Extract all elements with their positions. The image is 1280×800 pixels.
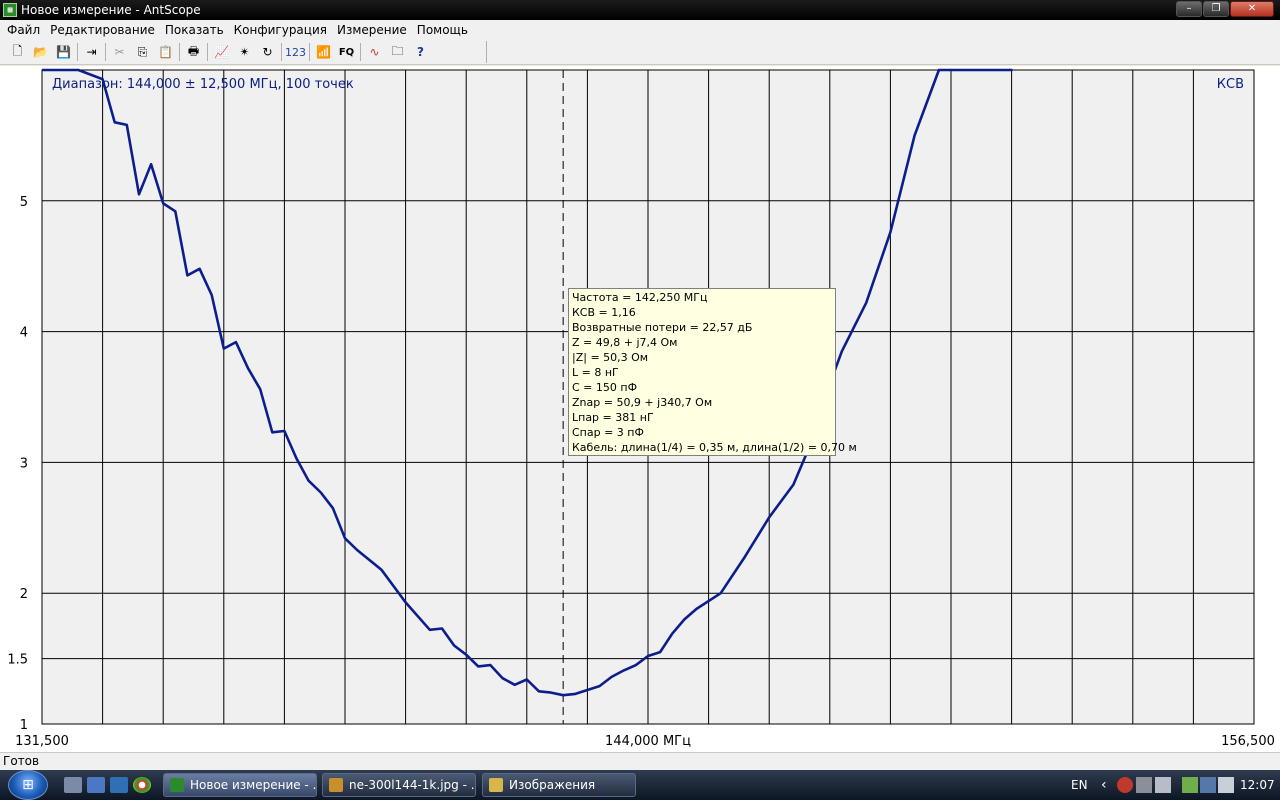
refresh-icon[interactable]: ↻ [256, 41, 279, 63]
chart-icon[interactable]: 📈 [210, 41, 233, 63]
taskbar-item-label: Изображения [509, 778, 596, 792]
x-tick-label: 131,500 [15, 734, 69, 749]
export-icon[interactable]: ⇥ [80, 41, 103, 63]
measurement-tooltip: Частота = 142,250 МГц КСВ = 1,16 Возврат… [568, 288, 857, 456]
taskbar-item-label: ne-300l144-1k.jpg - ... [349, 778, 476, 792]
maximize-button[interactable]: ❐ [1203, 1, 1229, 17]
taskbar-item-image-viewer[interactable]: ne-300l144-1k.jpg - ... [322, 773, 476, 797]
clock[interactable]: 12:07 [1240, 770, 1275, 800]
toolbar-separator [77, 43, 78, 61]
explorer-icon[interactable] [110, 777, 128, 793]
app-icon: ▦ [3, 3, 17, 17]
antenna-icon[interactable]: 📶 [312, 41, 335, 63]
antscope-task-icon [170, 778, 184, 792]
close-button[interactable]: ✕ [1230, 1, 1274, 17]
x-tick-label: 144,000 МГц [605, 734, 691, 749]
status-bar: Готов [0, 752, 1280, 770]
save-icon[interactable]: 💾 [52, 41, 75, 63]
taskbar-item-label: Новое измерение - ... [190, 778, 317, 792]
wave-icon[interactable]: ∿ [363, 41, 386, 63]
toolbar-separator [105, 43, 106, 61]
show-desktop-icon[interactable] [64, 777, 82, 793]
y-tick-label: 5 [20, 195, 28, 210]
marker-icon[interactable]: ✴ [233, 41, 256, 63]
menu-view[interactable]: Показать [160, 20, 229, 40]
tray-expand-arrow[interactable]: ‹ [1101, 770, 1107, 800]
switch-windows-icon[interactable] [87, 777, 105, 793]
tooltip-parallel-impedance: Znар = 50,9 + j340,7 Ом [572, 396, 713, 409]
swr-axis-label: КСВ [1217, 77, 1244, 92]
network-icon[interactable] [1136, 777, 1152, 793]
toolbar-separator [281, 43, 282, 61]
toolbar-separator [179, 43, 180, 61]
toolbar: 🗋 📂 💾 ⇥ ✂ ⎘ 📋 🖶 📈 ✴ ↻ 123 📶 FQ ∿ 🗀 ? [0, 40, 1280, 65]
copy-icon[interactable]: ⎘ [131, 41, 154, 63]
language-indicator[interactable]: EN [1071, 770, 1088, 800]
numeric-button[interactable]: 123 [284, 41, 307, 63]
taskbar: ⊞ Новое измерение - ... ne-300l144-1k.jp… [0, 770, 1280, 800]
device-icon[interactable] [1155, 777, 1171, 793]
y-tick-label: 1 [20, 718, 28, 733]
new-file-icon[interactable]: 🗋 [6, 41, 29, 63]
swr-chart[interactable]: 1 1.5 2 3 4 5 131,500 144,000 МГц 156,500 Диапазо… [0, 66, 1280, 752]
image-viewer-task-icon [329, 778, 343, 792]
tooltip-inductance: L = 8 нГ [572, 366, 619, 379]
menu-measurement[interactable]: Измерение [332, 20, 412, 40]
tooltip-impedance: Z = 49,8 + j7,4 Ом [572, 336, 678, 349]
help-icon[interactable]: ? [409, 41, 432, 63]
tooltip-capacitance: C = 150 пФ [572, 381, 638, 394]
folder-task-icon [489, 778, 503, 792]
menu-edit[interactable]: Редактирование [45, 20, 160, 40]
range-label: Диапазон: 144,000 ± 12,500 МГц, 100 точе… [52, 77, 354, 92]
folder-icon[interactable]: 🗀 [386, 41, 409, 63]
toolbar-separator [360, 43, 361, 61]
print-icon[interactable]: 🖶 [182, 41, 205, 63]
open-folder-icon[interactable]: 📂 [29, 41, 52, 63]
menu-help[interactable]: Помощь [412, 20, 473, 40]
minimize-button[interactable]: – [1176, 1, 1202, 17]
x-tick-label: 156,500 [1221, 734, 1275, 749]
tooltip-parallel-inductance: Lпар = 381 нГ [572, 411, 654, 424]
menu-bar: Файл Редактирование Показать Конфигураци… [0, 20, 1280, 40]
status-text: Готов [3, 754, 40, 768]
menu-configuration[interactable]: Конфигурация [229, 20, 332, 40]
tooltip-parallel-capacitance: Cпар = 3 пФ [572, 426, 644, 439]
fq-button[interactable]: FQ [335, 41, 358, 63]
y-tick-label: 1.5 [7, 653, 28, 668]
window-title: Новое измерение - AntScope [21, 3, 201, 17]
volume-icon[interactable] [1218, 777, 1234, 793]
chrome-icon[interactable] [133, 777, 151, 793]
cut-icon[interactable]: ✂ [108, 41, 131, 63]
security-alert-icon[interactable] [1117, 777, 1133, 793]
y-tick-label: 3 [20, 456, 28, 471]
tooltip-return-loss: Возвратные потери = 22,57 дБ [572, 321, 753, 334]
window-controls: – ❐ ✕ [1176, 1, 1274, 17]
tooltip-swr: КСВ = 1,16 [572, 306, 636, 319]
battery-icon[interactable] [1182, 777, 1198, 793]
tooltip-impedance-magnitude: |Z| = 50,3 Ом [572, 351, 649, 364]
tooltip-frequency: Частота = 142,250 МГц [572, 291, 708, 304]
menu-file[interactable]: Файл [2, 20, 45, 40]
connection-icon[interactable] [1200, 777, 1216, 793]
y-tick-label: 4 [20, 326, 28, 341]
title-bar: ▦ Новое измерение - AntScope – ❐ ✕ [0, 0, 1280, 20]
toolbar-end-divider [486, 41, 487, 63]
taskbar-item-images-folder[interactable]: Изображения [482, 773, 636, 797]
paste-icon[interactable]: 📋 [154, 41, 177, 63]
toolbar-separator [309, 43, 310, 61]
y-tick-label: 2 [20, 587, 28, 602]
tooltip-cable-length: Кабель: длина(1/4) = 0,35 м, длина(1/2) … [572, 441, 857, 454]
toolbar-separator [207, 43, 208, 61]
start-button[interactable]: ⊞ [8, 770, 48, 800]
taskbar-item-antscope[interactable]: Новое измерение - ... [163, 773, 317, 797]
